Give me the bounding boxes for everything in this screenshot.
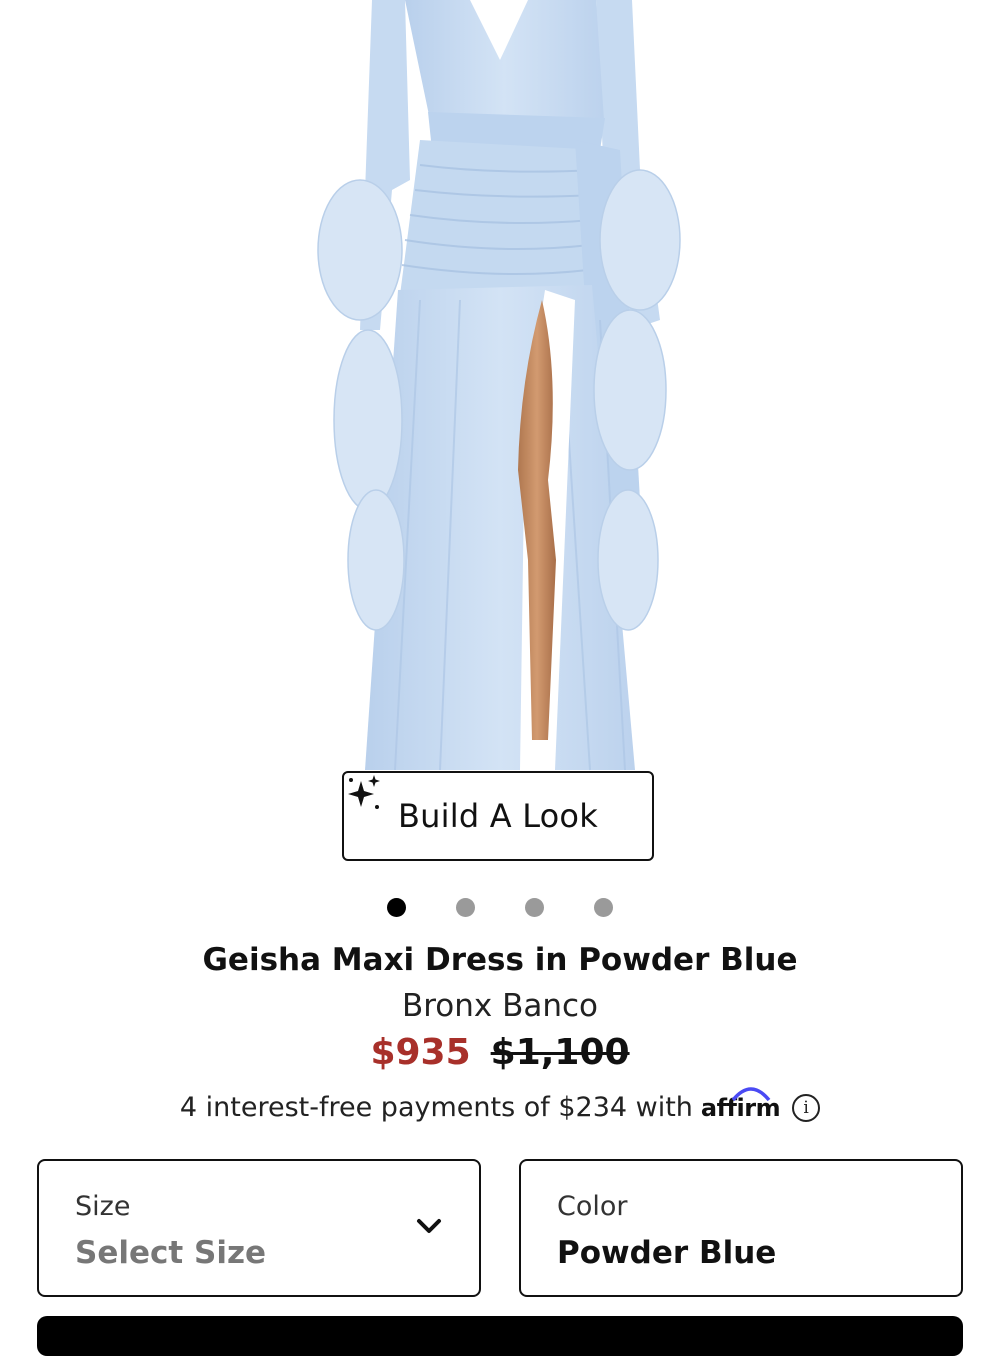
carousel-dot-1[interactable] bbox=[387, 898, 406, 917]
carousel-dot-4[interactable] bbox=[594, 898, 613, 917]
size-label: Size bbox=[75, 1191, 131, 1222]
color-label: Color bbox=[557, 1191, 628, 1222]
size-value: Select Size bbox=[75, 1235, 267, 1271]
size-selector[interactable]: Size Select Size bbox=[37, 1159, 481, 1297]
build-a-look-button[interactable]: Build A Look bbox=[342, 771, 654, 861]
build-a-look-label: Build A Look bbox=[398, 797, 598, 835]
carousel-indicator bbox=[0, 898, 1000, 918]
color-selector[interactable]: Color Powder Blue bbox=[519, 1159, 963, 1297]
affirm-arc-icon bbox=[731, 1086, 771, 1101]
financing-text: 4 interest-free payments of $234 with bbox=[179, 1092, 693, 1123]
carousel-dot-3[interactable] bbox=[525, 898, 544, 917]
color-value: Powder Blue bbox=[557, 1235, 777, 1271]
sparkles-icon bbox=[348, 775, 380, 809]
product-image[interactable]: Build A Look bbox=[0, 0, 1000, 872]
financing-message: 4 interest-free payments of $234 with af… bbox=[0, 1086, 1000, 1123]
dress-photo bbox=[317, 0, 681, 771]
add-to-bag-button[interactable] bbox=[37, 1316, 963, 1356]
original-price: $1,100 bbox=[490, 1032, 630, 1073]
affirm-logo: affirm bbox=[701, 1086, 781, 1122]
product-title: Geisha Maxi Dress in Powder Blue bbox=[202, 942, 798, 978]
sale-price: $935 bbox=[370, 1032, 471, 1073]
carousel-dot-2[interactable] bbox=[456, 898, 475, 917]
chevron-down-icon bbox=[417, 1219, 441, 1233]
product-brand[interactable]: Bronx Banco bbox=[0, 988, 1000, 1024]
price-block: $935 $1,100 bbox=[0, 1032, 1000, 1073]
info-icon[interactable]: i bbox=[792, 1093, 821, 1122]
